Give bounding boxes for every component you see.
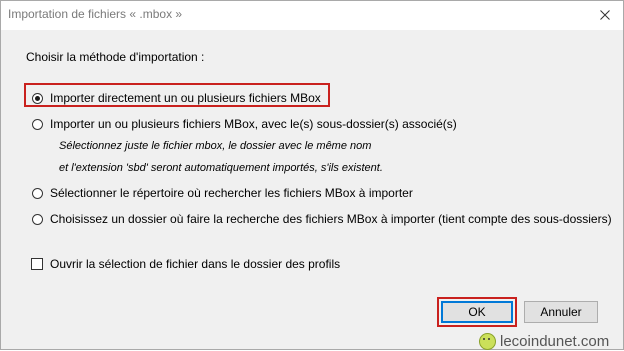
watermark-text: lecoindunet.com [500,332,610,350]
checkbox-label: Ouvrir la sélection de fichier dans le d… [50,257,341,271]
profile-folder-checkbox-row[interactable]: Ouvrir la sélection de fichier dans le d… [31,256,340,272]
window-title: Importation de fichiers « .mbox » [8,7,183,21]
option-hint-line-1: Sélectionnez juste le fichier mbox, le d… [59,140,372,152]
cancel-button[interactable]: Annuler [524,301,598,323]
radio-option-direct[interactable]: Importer directement un ou plusieurs fic… [32,90,321,106]
option-hint-line-2: et l'extension 'sbd' seront automatiquem… [59,162,383,174]
radio-button-checked[interactable] [32,92,43,104]
profile-folder-checkbox[interactable] [31,258,43,270]
import-dialog-window: Importation de fichiers « .mbox » Choisi… [0,0,624,350]
close-icon [600,10,610,20]
radio-option-directory[interactable]: Sélectionner le répertoire où rechercher… [32,185,413,201]
radio-option-label: Choisissez un dossier où faire la recher… [50,212,612,226]
ok-button[interactable]: OK [441,301,513,323]
method-heading: Choisir la méthode d'importation : [26,50,205,64]
title-bar[interactable]: Importation de fichiers « .mbox » [1,1,623,29]
radio-option-recursive-folder[interactable]: Choisissez un dossier où faire la recher… [32,211,612,227]
radio-option-label: Sélectionner le répertoire où rechercher… [50,186,413,200]
radio-option-label: Importer un ou plusieurs fichiers MBox, … [50,117,457,131]
smiley-logo-icon [479,332,496,350]
radio-button[interactable] [32,118,43,130]
radio-option-label: Importer directement un ou plusieurs fic… [50,91,321,105]
close-button[interactable] [593,3,617,27]
radio-option-with-subfolders[interactable]: Importer un ou plusieurs fichiers MBox, … [32,116,457,132]
dialog-content: Choisir la méthode d'importation : Impor… [1,30,623,351]
watermark: lecoindunet.com [479,331,609,351]
radio-button[interactable] [32,187,43,199]
radio-button[interactable] [32,213,43,225]
